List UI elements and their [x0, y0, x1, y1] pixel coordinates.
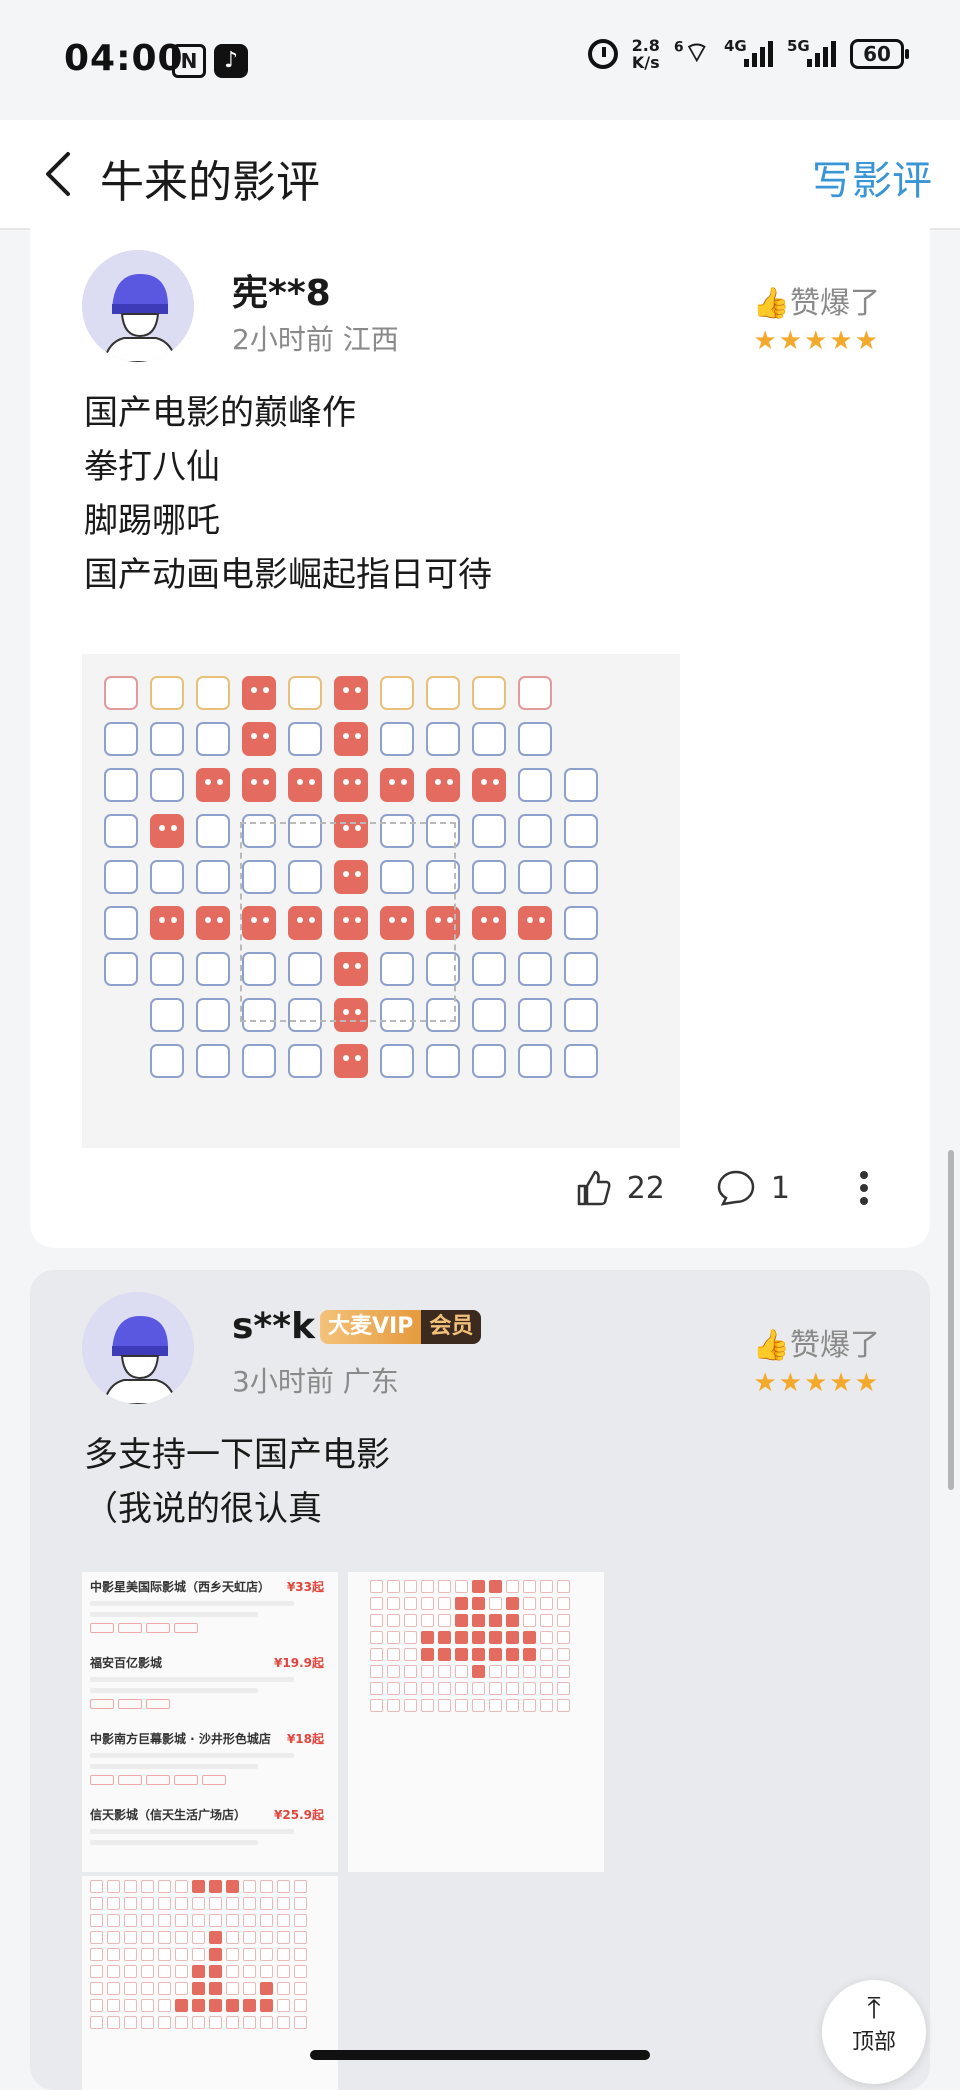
cinema-item: 信天影城（信天生活广场店） ¥25.9起: [90, 1806, 330, 1872]
status-time: 04:00: [64, 38, 184, 79]
scrollbar[interactable]: [948, 1150, 954, 1490]
star-rating: ★★★★★: [753, 326, 880, 356]
back-to-top-button[interactable]: ⤒ 顶部: [822, 1980, 926, 2084]
review-text: 国产电影的巅峰作 拳打八仙 脚踢哪吒 国产动画电影崛起指日可待: [84, 393, 492, 595]
like-count: 22: [626, 1170, 665, 1206]
rating-label: 赞爆了: [790, 286, 880, 321]
review-meta: 3小时前 广东: [232, 1360, 399, 1400]
review-image-seat-map[interactable]: [348, 1572, 604, 1872]
review-image-seat-map[interactable]: [82, 1876, 338, 2090]
review-card: s**k 大麦VIP 会员 3小时前 广东 👍赞爆了 ★★★★★ 多支持一下国产电…: [30, 1270, 930, 2090]
thumb-up-icon: 👍: [752, 1328, 790, 1363]
comment-count: 1: [770, 1170, 790, 1206]
rating-label: 赞爆了: [790, 1328, 880, 1363]
network-speed: 2.8 K/s: [631, 35, 660, 72]
nfc-icon: N: [172, 44, 206, 78]
review-text: 多支持一下国产电影 （我说的很认真: [84, 1435, 390, 1529]
review-image-seat-map[interactable]: [82, 654, 680, 1148]
avatar[interactable]: [82, 250, 194, 362]
review-region: 广东: [342, 1365, 399, 1398]
alarm-icon: [587, 38, 618, 69]
user-name[interactable]: 宪**8: [232, 264, 331, 316]
star-rating: ★★★★★: [753, 1368, 880, 1398]
page-title: 牛来的影评: [100, 157, 320, 208]
user-name[interactable]: s**k: [232, 1306, 315, 1347]
home-indicator[interactable]: [310, 2050, 650, 2060]
vip-badge: 大麦VIP 会员: [320, 1310, 482, 1344]
review-time: 2小时前: [232, 323, 334, 356]
signal-4g-icon: 4G: [724, 37, 773, 67]
rating: 👍赞爆了 ★★★★★: [753, 1320, 880, 1398]
thumb-up-icon: 👍: [752, 286, 790, 321]
comment-icon[interactable]: [715, 1168, 757, 1208]
arrow-up-icon: ⤒: [867, 1991, 881, 2026]
battery-icon: 60: [850, 38, 909, 69]
avatar[interactable]: [82, 1292, 194, 1404]
review-meta: 2小时前 江西: [232, 318, 399, 358]
tiktok-icon: ♪: [214, 44, 248, 78]
wifi-icon: 6⌔: [673, 36, 710, 69]
review-image-cinema-list[interactable]: 中影星美国际影城（西乡天虹店） ¥33起 福安百亿影城 ¥19.9起 中影南方巨幕影…: [82, 1572, 338, 1872]
status-bar: 04:00 N ♪ 2.8 K/s 6⌔ 4G 5G 60: [0, 0, 960, 120]
review-card: 宪**8 2小时前 江西 👍赞爆了 ★★★★★ 国产电影的巅峰作 拳打八仙 脚踢…: [30, 228, 930, 1248]
nav-bar: 牛来的影评 写影评: [0, 120, 960, 230]
more-icon[interactable]: [858, 1168, 870, 1208]
avatar-icon: [82, 250, 194, 362]
back-icon[interactable]: [30, 144, 90, 204]
review-time: 3小时前: [232, 1365, 334, 1398]
review-region: 江西: [342, 323, 399, 356]
rating: 👍赞爆了 ★★★★★: [753, 278, 880, 356]
like-icon[interactable]: [573, 1168, 613, 1208]
avatar-icon: [82, 1292, 194, 1404]
review-actions: 22 1: [573, 1168, 870, 1208]
write-review-button[interactable]: 写影评: [812, 148, 932, 206]
signal-5g-icon: 5G: [787, 37, 836, 67]
